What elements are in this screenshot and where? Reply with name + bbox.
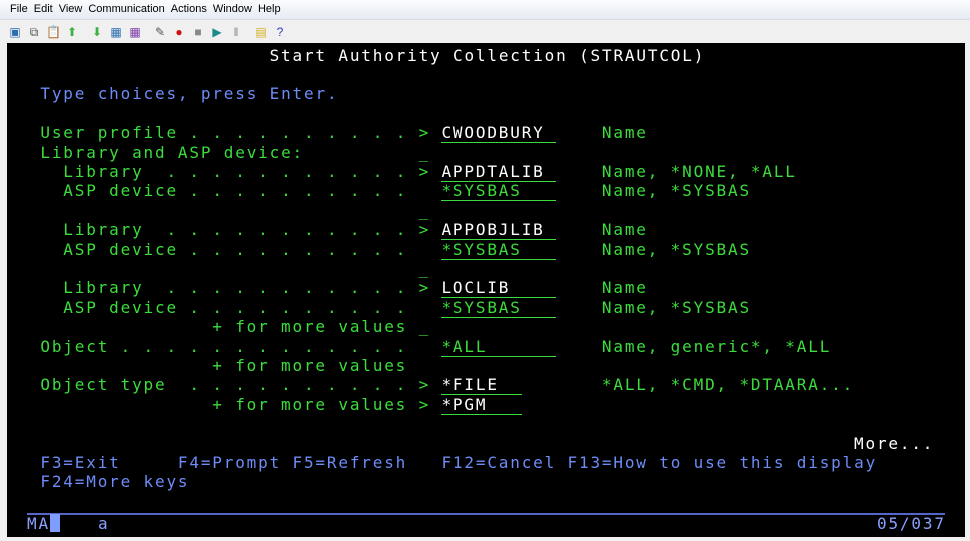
label-library: Library . . . . . . . . . . . >: [63, 220, 431, 240]
menu-communication[interactable]: Communication: [88, 3, 164, 15]
more-values-label: + for more values >: [212, 394, 431, 414]
label-asp-device: ASP device . . . . . . . . . .: [63, 239, 408, 259]
f13-help[interactable]: F13=How to use this display: [568, 453, 878, 472]
label-asp-device: ASP device . . . . . . . . . .: [63, 297, 408, 317]
cursor: [49, 514, 60, 532]
menu-actions[interactable]: Actions: [171, 3, 207, 15]
screen-title: Start Authority Collection (STRAUTCOL): [269, 45, 706, 65]
menu-edit[interactable]: Edit: [34, 3, 53, 15]
cursor-position: 05/037: [877, 514, 946, 533]
f24-more-keys[interactable]: F24=More keys: [40, 472, 189, 491]
menu-window[interactable]: Window: [213, 3, 252, 15]
more-marker: _: [418, 142, 431, 162]
user-profile-input[interactable]: CWOODBURY: [441, 123, 557, 144]
label-object-type: Object type . . . . . . . . . . >: [40, 375, 431, 395]
send-icon[interactable]: ⬆: [65, 25, 79, 39]
toolbar: ▣ ⧉ 📋 ⬆ ⬇ ▦ ▦ ✎ ● ■ ▶ ‖ ▤?: [0, 20, 970, 43]
library-input-2[interactable]: APPOBJLIB: [441, 220, 557, 241]
notes-icon[interactable]: ▤: [254, 25, 268, 39]
record-macro-icon[interactable]: ●: [172, 25, 186, 39]
menu-help[interactable]: Help: [258, 3, 281, 15]
pause-macro-icon[interactable]: ‖: [229, 25, 243, 39]
label-library: Library . . . . . . . . . . . >: [63, 161, 431, 181]
object-type-input-1[interactable]: *FILE: [441, 375, 522, 396]
status-indicator: a: [98, 514, 110, 533]
f4-prompt[interactable]: F4=Prompt: [178, 453, 281, 472]
terminal-screen[interactable]: MA a 05/037 Start Authority Collection (…: [7, 43, 965, 537]
copy-screen-icon[interactable]: ▣: [8, 25, 22, 39]
paste-icon[interactable]: 📋: [46, 25, 61, 39]
copy-icon[interactable]: ⧉: [27, 25, 41, 39]
macro-edit-icon[interactable]: ✎: [153, 25, 167, 39]
label-user-profile: User profile . . . . . . . . . . >: [40, 123, 431, 143]
asp-device-input-1[interactable]: *SYSBAS: [441, 181, 557, 202]
menu-bar: File Edit View Communication Actions Window He…: [0, 0, 970, 20]
library-input-3[interactable]: LOCLIB: [441, 278, 557, 299]
stop-macro-icon[interactable]: ■: [191, 25, 205, 39]
spreadsheet-icon[interactable]: ▦: [128, 25, 142, 39]
status-session: MA: [27, 514, 60, 534]
label-library-asp: Library and ASP device:: [40, 142, 305, 162]
label-object: Object . . . . . . . . . . . . .: [40, 336, 408, 356]
more-indicator: More...: [854, 433, 935, 453]
asp-device-input-3[interactable]: *SYSBAS: [441, 298, 557, 318]
menu-view[interactable]: View: [59, 3, 83, 15]
more-marker: _: [418, 200, 431, 220]
f12-cancel[interactable]: F12=Cancel: [441, 453, 556, 472]
hint: Name, *SYSBAS: [601, 239, 751, 259]
label-asp-device: ASP device . . . . . . . . . .: [63, 181, 408, 201]
more-values-label: + for more values _: [212, 317, 431, 337]
hint: Name: [601, 278, 648, 298]
hint: Name, *SYSBAS: [601, 297, 751, 317]
status-separator: [27, 513, 945, 515]
receive-icon[interactable]: ⬇: [90, 25, 104, 39]
object-more-input[interactable]: [441, 355, 557, 357]
help-icon[interactable]: ?: [273, 25, 287, 39]
object-input[interactable]: *ALL: [441, 337, 557, 357]
hint: Name, *SYSBAS: [601, 181, 751, 201]
hint: *ALL, *CMD, *DTAARA...: [601, 375, 855, 395]
menu-file[interactable]: File: [10, 3, 28, 15]
play-macro-icon[interactable]: ▶: [210, 25, 224, 39]
display-keypad-icon[interactable]: ▦: [109, 25, 123, 39]
object-type-input-2[interactable]: *PGM: [441, 395, 522, 415]
more-marker: _: [418, 258, 431, 278]
instructions: Type choices, press Enter.: [40, 84, 339, 104]
f5-refresh[interactable]: F5=Refresh: [293, 453, 408, 472]
label-library: Library . . . . . . . . . . . >: [63, 278, 431, 298]
hint: Name, generic*, *ALL: [601, 336, 832, 356]
hint: Name: [601, 220, 648, 240]
asp-device-input-2[interactable]: *SYSBAS: [441, 240, 557, 260]
library-input-1[interactable]: APPDTALIB: [441, 162, 557, 182]
f3-exit[interactable]: F3=Exit: [40, 453, 120, 472]
more-values-label: + for more values: [212, 355, 408, 375]
hint: Name, *NONE, *ALL: [601, 161, 797, 181]
hint: Name: [601, 123, 648, 143]
